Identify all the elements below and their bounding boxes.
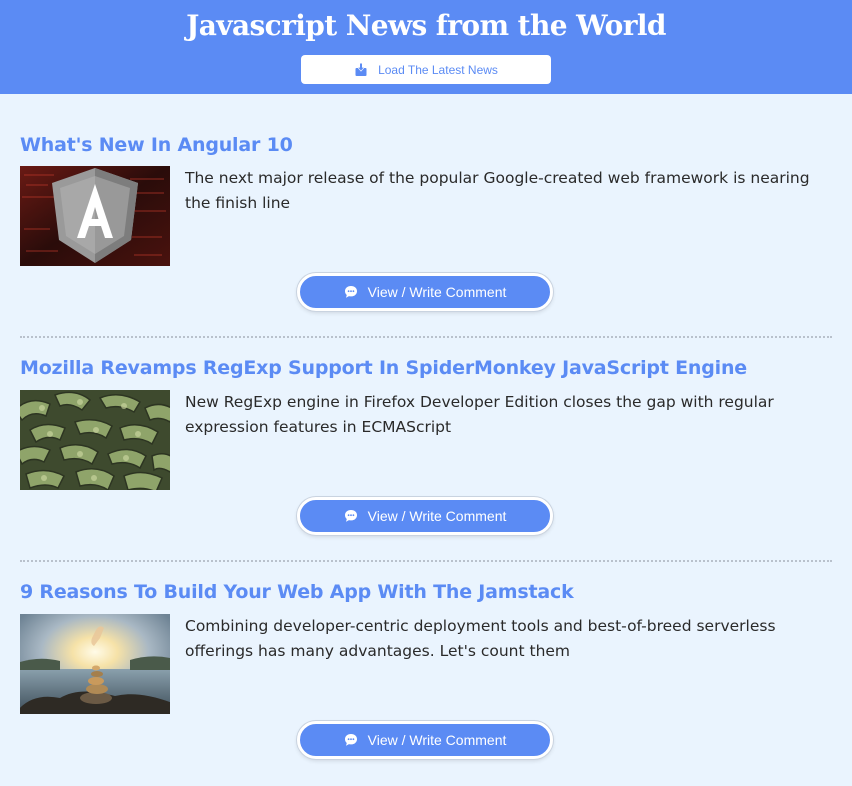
article-description: New RegExp engine in Firefox Developer E… — [185, 393, 774, 436]
stacked-stones-image — [20, 614, 170, 714]
article-list: What's New In Angular 10 The next major … — [0, 94, 852, 786]
page-title: Javascript News from the World — [186, 9, 666, 42]
article-item: What's New In Angular 10 The next major … — [20, 94, 832, 338]
letters-pile-image — [20, 390, 170, 490]
view-write-comment-button[interactable]: View / Write Comment — [297, 721, 553, 759]
page-header: Javascript News from the World Load The … — [0, 0, 852, 94]
download-icon — [354, 63, 368, 77]
article-title[interactable]: 9 Reasons To Build Your Web App With The… — [20, 581, 574, 603]
view-write-comment-button[interactable]: View / Write Comment — [297, 273, 553, 311]
comment-icon — [344, 733, 358, 747]
comment-icon — [344, 285, 358, 299]
article-title[interactable]: Mozilla Revamps RegExp Support In Spider… — [20, 357, 747, 379]
article-description: The next major release of the popular Go… — [185, 169, 810, 212]
load-latest-news-label: Load The Latest News — [378, 62, 498, 77]
angular-logo-image — [20, 166, 170, 266]
comment-icon — [344, 509, 358, 523]
view-write-comment-button[interactable]: View / Write Comment — [297, 497, 553, 535]
article-item: 9 Reasons To Build Your Web App With The… — [20, 562, 832, 786]
load-latest-news-button[interactable]: Load The Latest News — [301, 55, 551, 84]
article-description: Combining developer-centric deployment t… — [185, 617, 776, 660]
article-title[interactable]: What's New In Angular 10 — [20, 134, 293, 156]
article-item: Mozilla Revamps RegExp Support In Spider… — [20, 338, 832, 562]
comment-button-label: View / Write Comment — [367, 284, 507, 300]
comment-button-label: View / Write Comment — [367, 732, 507, 748]
comment-button-label: View / Write Comment — [367, 508, 507, 524]
